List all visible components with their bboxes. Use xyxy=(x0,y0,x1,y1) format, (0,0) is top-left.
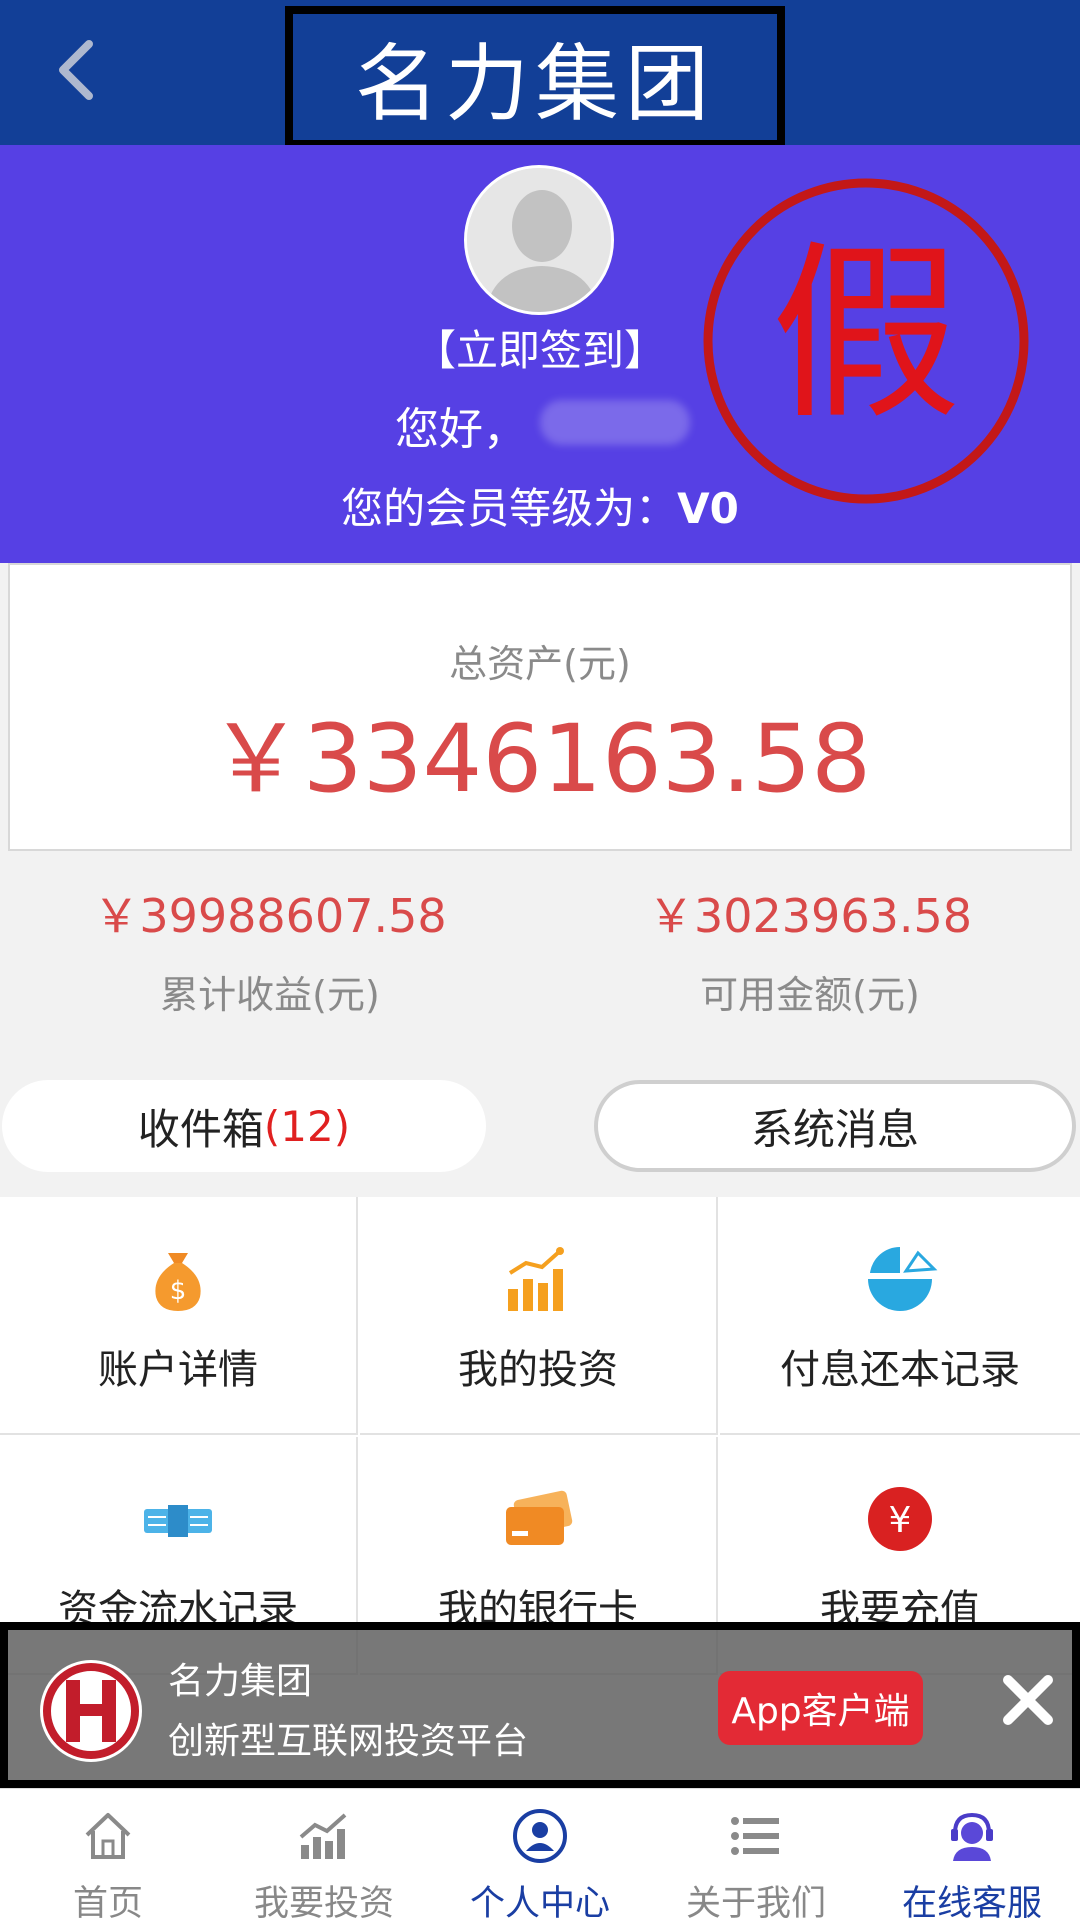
tab-home[interactable]: 首页 xyxy=(0,1789,216,1930)
greeting-text: 您好， xyxy=(395,404,527,455)
pie-chart-icon xyxy=(868,1246,938,1311)
list-icon xyxy=(731,1817,779,1855)
inbox-label: 收件箱 xyxy=(137,1104,264,1154)
user-circle-icon xyxy=(513,1809,567,1863)
banner-company-name: 名力集团 xyxy=(168,1661,313,1702)
tab-about-us[interactable]: 关于我们 xyxy=(648,1789,864,1930)
profile-section: 【立即签到】 您好， 您的会员等级为：V0 假 xyxy=(0,145,1080,563)
svg-text:¥: ¥ xyxy=(889,1500,912,1541)
yuan-coin-icon: ¥ xyxy=(868,1487,932,1551)
banner-slogan: 创新型互联网投资平台 xyxy=(168,1721,529,1762)
user-silhouette-icon xyxy=(467,168,611,312)
cumulative-earnings: ￥39988607.58 累计收益(元) xyxy=(0,880,540,1019)
cumulative-earnings-label: 累计收益(元) xyxy=(160,973,380,1017)
svg-text:$: $ xyxy=(170,1276,187,1306)
bar-chart-icon xyxy=(508,1247,564,1311)
close-icon[interactable] xyxy=(998,1670,1058,1730)
tab-label: 个人中心 xyxy=(469,1884,610,1924)
total-assets-label: 总资产(元) xyxy=(449,642,631,686)
tab-label: 首页 xyxy=(72,1884,143,1924)
tab-label: 在线客服 xyxy=(901,1884,1042,1924)
support-agent-icon xyxy=(951,1812,993,1861)
page-title-box: 名力集团 xyxy=(285,6,785,148)
available-balance-value: ￥3023963.58 xyxy=(647,889,973,943)
total-assets-card: 总资产(元) ￥3346163.58 xyxy=(8,563,1072,851)
grid-item-account-details[interactable]: $ 账户详情 xyxy=(0,1197,358,1435)
invest-chart-icon xyxy=(299,1813,347,1859)
header-bar: 名力集团 xyxy=(0,0,1080,148)
system-messages-label: 系统消息 xyxy=(750,1104,919,1154)
cumulative-earnings-value: ￥39988607.58 xyxy=(93,889,447,943)
grid-item-label: 我的投资 xyxy=(458,1347,618,1393)
inbox-count: (12) xyxy=(263,1101,351,1151)
fake-stamp-icon: 假 xyxy=(703,178,1029,504)
company-logo-icon xyxy=(40,1660,142,1762)
stamp-text: 假 xyxy=(771,224,961,445)
tab-label: 我要投资 xyxy=(253,1884,394,1924)
inbox-button[interactable]: 收件箱 (12) xyxy=(2,1080,486,1172)
grid-item-label: 付息还本记录 xyxy=(780,1347,1020,1393)
grid-item-interest-records[interactable]: 付息还本记录 xyxy=(720,1197,1080,1435)
member-level-prefix: 您的会员等级为： xyxy=(341,484,678,533)
back-button[interactable] xyxy=(40,30,110,110)
page-title: 名力集团 xyxy=(354,34,715,133)
cash-stack-icon xyxy=(144,1505,212,1537)
grid-item-my-investments[interactable]: 我的投资 xyxy=(360,1197,718,1435)
tab-online-support[interactable]: 在线客服 xyxy=(864,1789,1080,1930)
app-download-banner: 名力集团 创新型互联网投资平台 App客户端 xyxy=(0,1622,1080,1788)
tab-personal-center[interactable]: 个人中心 xyxy=(432,1789,648,1930)
tab-label: 关于我们 xyxy=(685,1884,826,1924)
money-bag-icon: $ xyxy=(155,1253,201,1311)
bank-card-icon xyxy=(506,1490,573,1545)
bottom-nav: 首页 我要投资 个人中心 关于我们 在线客服 xyxy=(0,1788,1080,1930)
home-icon xyxy=(85,1813,131,1859)
system-messages-button[interactable]: 系统消息 xyxy=(594,1080,1076,1172)
blurred-username xyxy=(540,400,690,445)
avatar[interactable] xyxy=(464,165,614,315)
available-balance: ￥3023963.58 可用金额(元) xyxy=(540,880,1080,1019)
total-assets-value: ￥3346163.58 xyxy=(208,705,872,814)
chevron-left-icon xyxy=(59,40,93,100)
grid-item-label: 账户详情 xyxy=(98,1347,258,1393)
tab-invest[interactable]: 我要投资 xyxy=(216,1789,432,1930)
available-balance-label: 可用金额(元) xyxy=(700,973,920,1017)
app-client-button[interactable]: App客户端 xyxy=(718,1671,923,1745)
